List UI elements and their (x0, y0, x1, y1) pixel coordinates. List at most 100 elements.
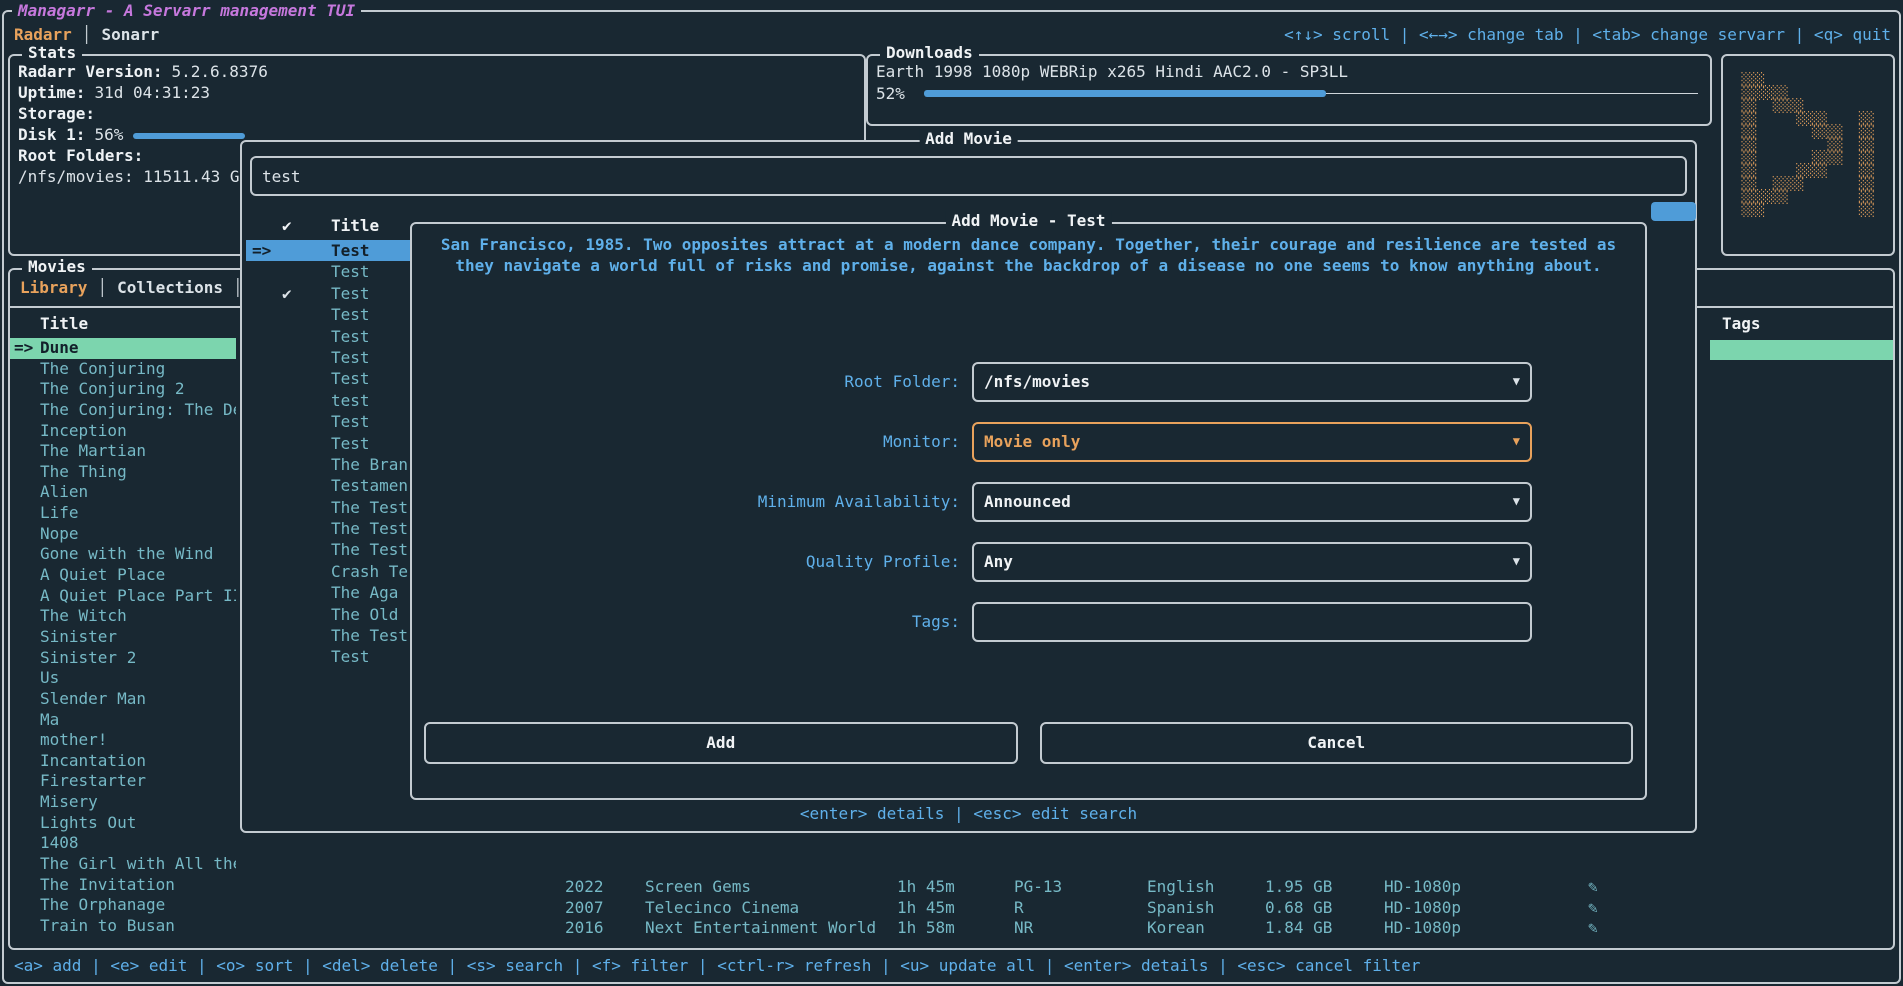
search-result-item[interactable]: The Test (246, 497, 411, 518)
movie-list-item[interactable]: The Conjuring (10, 359, 236, 380)
movie-title: Gone with the Wind (40, 544, 213, 563)
form-field-value: /nfs/movies (984, 372, 1090, 391)
search-result-item[interactable]: The Test (246, 625, 411, 646)
result-title: Test (331, 412, 370, 431)
movie-list-item[interactable]: 1408 (10, 833, 236, 854)
movie-list-item[interactable]: =>Dune (10, 338, 236, 359)
movie-list-item[interactable]: Sinister 2 (10, 648, 236, 669)
result-title: Test (331, 284, 370, 303)
search-result-item[interactable]: Test (246, 326, 411, 347)
edit-movie-icon[interactable]: ✎ (1588, 918, 1598, 939)
search-result-item[interactable]: The Bran (246, 454, 411, 475)
search-result-item[interactable]: Test (246, 411, 411, 432)
search-result-item[interactable]: Test (246, 347, 411, 368)
modal-buttons-row: Add Cancel (424, 722, 1633, 764)
form-field-dropdown[interactable]: Movie only▼ (972, 422, 1532, 462)
form-field-dropdown[interactable]: /nfs/movies▼ (972, 362, 1532, 402)
edit-movie-icon[interactable]: ✎ (1588, 877, 1598, 898)
search-result-item[interactable]: Test (246, 646, 411, 667)
movie-list-item[interactable]: The Thing (10, 462, 236, 483)
tab-collections[interactable]: Collections (117, 278, 223, 297)
form-field-row: Root Folder: /nfs/movies▼ (412, 362, 1645, 402)
movie-quality: HD-1080p (1384, 918, 1461, 939)
result-title: Test (331, 262, 370, 281)
search-result-item[interactable]: Testamen (246, 475, 411, 496)
managarr-app: Managarr - A Servarr management TUI Rada… (0, 0, 1903, 986)
movie-search-input[interactable] (250, 156, 1687, 196)
monitored-column-header-icon: ✔ (282, 216, 292, 235)
search-result-item[interactable]: The Aga (246, 582, 411, 603)
form-field-label: Monitor: (412, 422, 960, 462)
movie-list-item[interactable]: Us (10, 668, 236, 689)
keybinding-help-bottom: <a> add | <e> edit | <o> sort | <del> de… (14, 956, 1420, 975)
add-movie-popup-title: Add Movie (919, 129, 1018, 148)
storage-label: Storage: (18, 104, 95, 123)
movie-language: Korean (1147, 918, 1205, 939)
result-title: Test (331, 348, 370, 367)
search-result-item[interactable]: =>Test (246, 240, 411, 261)
download-item-title: Earth 1998 1080p WEBRip x265 Hindi AAC2.… (876, 61, 1698, 82)
movie-list-item[interactable]: Misery (10, 792, 236, 813)
search-result-item[interactable]: Test (246, 368, 411, 389)
search-result-item[interactable]: Test (246, 433, 411, 454)
disk-label: Disk 1: (18, 125, 85, 144)
movie-list-item[interactable]: Firestarter (10, 771, 236, 792)
download-percent: 52% (876, 84, 924, 103)
form-field-dropdown[interactable] (972, 602, 1532, 642)
result-title: test (331, 391, 370, 410)
result-title: Test (331, 241, 370, 260)
movie-list-item[interactable]: Ma (10, 710, 236, 731)
search-result-item[interactable]: Test (246, 304, 411, 325)
movie-list-item[interactable]: Incantation (10, 751, 236, 772)
movie-quality: HD-1080p (1384, 898, 1461, 919)
search-result-item[interactable]: Test (246, 261, 411, 282)
movie-title: The Girl with All the (40, 854, 236, 873)
tab-radarr[interactable]: Radarr (14, 25, 72, 44)
selected-row-tags-cell (1710, 340, 1893, 360)
movie-list-item[interactable]: Lights Out (10, 813, 236, 834)
movie-list-item[interactable]: Inception (10, 421, 236, 442)
search-result-item[interactable]: ✔Test (246, 283, 411, 304)
search-result-item[interactable]: The Test (246, 518, 411, 539)
app-title: Managarr - A Servarr management TUI (12, 1, 361, 20)
movie-list-item[interactable]: The Conjuring 2 (10, 379, 236, 400)
form-field-dropdown[interactable]: Announced▼ (972, 482, 1532, 522)
movie-detail-row: 2007 Telecinco Cinema 1h 45m R Spanish 0… (10, 898, 1893, 919)
movie-title: Us (40, 668, 59, 687)
edit-movie-icon[interactable]: ✎ (1588, 898, 1598, 919)
movie-title: Nope (40, 524, 79, 543)
movie-list-item[interactable]: Alien (10, 482, 236, 503)
movie-list-item[interactable]: Life (10, 503, 236, 524)
movie-list-item[interactable]: The Girl with All the (10, 854, 236, 875)
movie-list-item[interactable]: A Quiet Place Part II (10, 586, 236, 607)
result-title: Crash Te (331, 562, 408, 581)
movie-title: Misery (40, 792, 98, 811)
result-title: Test (331, 647, 370, 666)
cancel-button[interactable]: Cancel (1040, 722, 1634, 764)
result-title: The Test (331, 540, 408, 559)
movie-title: Dune (40, 338, 79, 357)
movie-list-item[interactable]: The Conjuring: The De (10, 400, 236, 421)
add-button[interactable]: Add (424, 722, 1018, 764)
form-field-dropdown[interactable]: Any▼ (972, 542, 1532, 582)
movie-list-item[interactable]: Gone with the Wind (10, 544, 236, 565)
movie-list-item[interactable]: A Quiet Place (10, 565, 236, 586)
search-result-item[interactable]: The Old (246, 604, 411, 625)
movie-list-item[interactable]: mother! (10, 730, 236, 751)
uptime-value: 31d 04:31:23 (94, 83, 210, 102)
movie-list-item[interactable]: The Martian (10, 441, 236, 462)
movie-list-item[interactable]: Sinister (10, 627, 236, 648)
movie-language: English (1147, 877, 1214, 898)
tab-sonarr[interactable]: Sonarr (101, 25, 159, 44)
chevron-down-icon: ▼ (1513, 424, 1520, 459)
search-result-item[interactable]: Crash Te (246, 561, 411, 582)
tab-separator: │ (97, 278, 107, 297)
movie-detail-row: 2016 Next Entertainment World 1h 58m NR … (10, 918, 1893, 939)
movie-list-item[interactable]: The Witch (10, 606, 236, 627)
movie-list-item[interactable]: Slender Man (10, 689, 236, 710)
search-result-item[interactable]: The Test (246, 539, 411, 560)
tab-library[interactable]: Library (20, 278, 87, 297)
search-result-item[interactable]: test (246, 390, 411, 411)
results-scrollbar-thumb[interactable] (1651, 202, 1696, 221)
movie-list-item[interactable]: Nope (10, 524, 236, 545)
